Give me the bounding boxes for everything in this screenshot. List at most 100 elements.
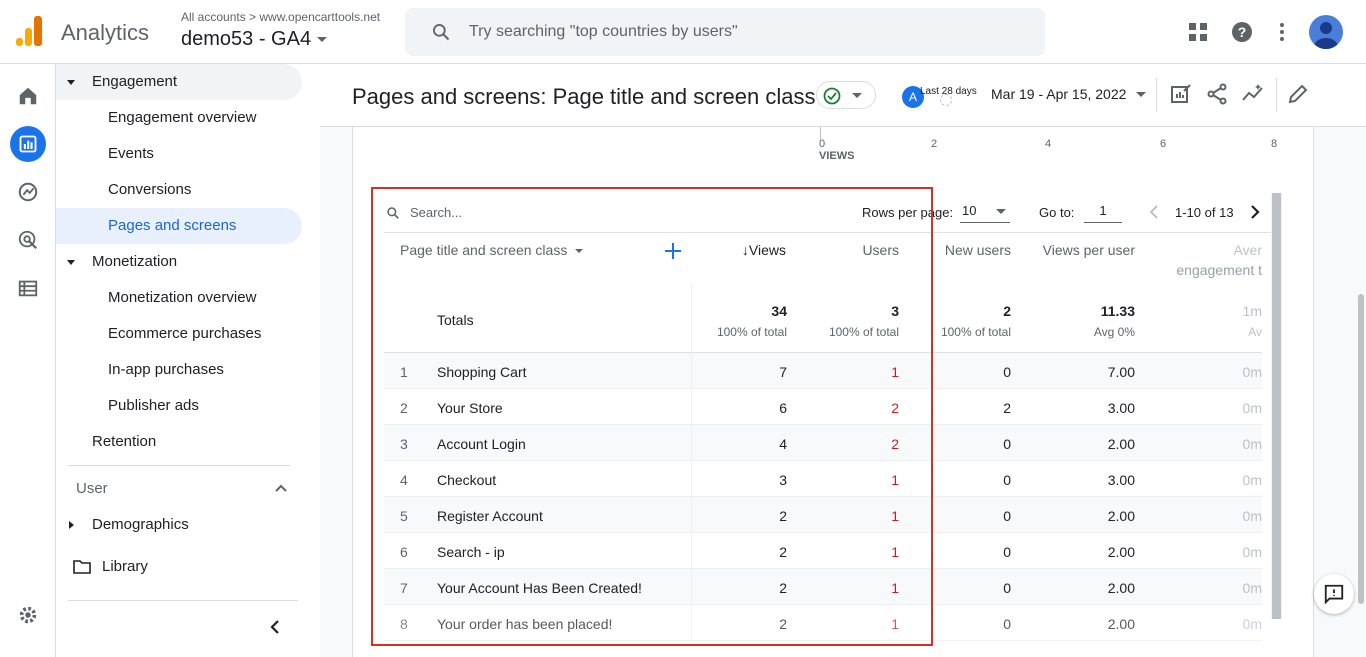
caret-down-icon [575, 249, 584, 254]
column-divider [691, 605, 692, 641]
nav-engagement[interactable]: Engagement [56, 64, 302, 100]
nav-panel: Engagement Engagement overview Events Co… [56, 64, 320, 657]
nav-user-label: User [76, 480, 108, 497]
insights-icon[interactable] [1241, 82, 1265, 106]
app-name: Analytics [61, 20, 150, 45]
search-input[interactable] [469, 20, 1029, 44]
analytics-logo[interactable] [16, 16, 42, 46]
nav-user-section[interactable]: User [56, 471, 302, 507]
breadcrumb[interactable]: All accounts > www.opencarttools.net [181, 10, 380, 24]
column-header-users[interactable]: Users [844, 242, 899, 258]
list-icon[interactable] [12, 272, 44, 304]
caret-down-icon [852, 93, 862, 98]
table-row[interactable]: 4 Checkout 3 1 0 3.00 0m [384, 461, 1262, 497]
row-engagement: 0m [1242, 580, 1262, 596]
collapse-chevron-left-icon[interactable] [268, 619, 282, 635]
edit-pencil-icon[interactable] [1286, 82, 1310, 106]
nav-conversions[interactable]: Conversions [108, 172, 191, 208]
nav-pages-and-screens[interactable]: Pages and screens [56, 208, 302, 244]
row-users: 1 [891, 472, 899, 488]
row-new-users: 0 [1003, 364, 1011, 380]
totals-new-users-sub: 100% of total [940, 325, 1011, 339]
axis-tick-4: 4 [1045, 138, 1052, 150]
row-views-per-user: 3.00 [1107, 400, 1135, 416]
nav-events[interactable]: Events [108, 136, 154, 172]
customize-report-icon[interactable] [1169, 82, 1193, 106]
feedback-button[interactable] [1314, 574, 1354, 614]
column-header-views-per-user[interactable]: Views per user [1024, 242, 1135, 258]
table-row[interactable]: 2 Your Store 6 2 2 3.00 0m [384, 389, 1262, 425]
nav-retention[interactable]: Retention [92, 424, 156, 460]
table-row[interactable]: 6 Search - ip 2 1 0 2.00 0m [384, 533, 1262, 569]
nav-in-app-purchases[interactable]: In-app purchases [108, 352, 224, 388]
goto-value: 1 [1099, 203, 1107, 218]
table-row[interactable]: 7 Your Account Has Been Created! 2 1 0 2.00 0m [384, 569, 1262, 605]
share-icon[interactable] [1205, 82, 1229, 106]
row-views: 7 [779, 364, 787, 380]
row-views: 2 [779, 580, 787, 596]
column-header-new-users[interactable]: New users [924, 242, 1011, 258]
table-row[interactable]: 5 Register Account 2 1 0 2.00 0m [384, 497, 1262, 533]
nav-monetization-overview[interactable]: Monetization overview [108, 280, 256, 316]
row-page-title: Search - ip [437, 544, 505, 560]
add-dimension-plus-icon[interactable] [664, 242, 682, 260]
row-page-title: Account Login [437, 436, 526, 452]
left-rail [0, 64, 56, 657]
prev-page-chevron-icon[interactable] [1148, 204, 1160, 220]
explore-icon[interactable] [12, 176, 44, 208]
column-header-views[interactable]: ↓Views [724, 242, 786, 258]
nav-publisher-ads[interactable]: Publisher ads [108, 388, 199, 424]
nav-ecommerce-purchases[interactable]: Ecommerce purchases [108, 316, 261, 352]
column-header-avg-engagement[interactable]: Aver [1214, 242, 1262, 258]
row-engagement: 0m [1242, 508, 1262, 524]
axis-tick-2: 2 [931, 138, 938, 150]
totals-engagement: 1m [1242, 303, 1262, 319]
table-row[interactable]: 1 Shopping Cart 7 1 0 7.00 0m [384, 353, 1262, 389]
date-range-text: Mar 19 - Apr 15, 2022 [991, 86, 1127, 102]
table-scrollbar-thumb[interactable] [1272, 193, 1281, 619]
row-engagement: 0m [1242, 364, 1262, 380]
nav-engagement-overview[interactable]: Engagement overview [108, 100, 256, 136]
home-icon[interactable] [12, 80, 44, 112]
help-icon[interactable]: ? [1230, 20, 1254, 44]
check-circle-icon [823, 87, 841, 105]
row-page-title: Shopping Cart [437, 364, 527, 380]
search-bar[interactable] [405, 8, 1045, 56]
nav-monetization[interactable]: Monetization [56, 244, 302, 280]
property-selector[interactable]: demo53 - GA4 [181, 28, 328, 51]
reports-icon[interactable] [10, 126, 46, 162]
row-views: 3 [779, 472, 787, 488]
apps-grid-icon[interactable] [1186, 20, 1210, 44]
settings-gear-icon[interactable] [12, 599, 44, 631]
advertising-icon[interactable] [12, 224, 44, 256]
table-row[interactable]: 8 Your order has been placed! 2 1 0 2.00 0m [384, 605, 1262, 641]
totals-views-per-user: 11.33 [1100, 303, 1135, 319]
table-row[interactable]: 3 Account Login 4 2 0 2.00 0m [384, 425, 1262, 461]
avatar[interactable] [1309, 15, 1343, 49]
goto-input[interactable]: 1 [1084, 199, 1122, 223]
feedback-icon [1324, 584, 1344, 605]
table-search-input[interactable]: Search... [410, 205, 462, 220]
nav-library[interactable]: Library [56, 549, 302, 585]
column-divider [691, 461, 692, 497]
column-header-avg-engagement-line2: engagement t [1176, 262, 1262, 278]
row-engagement: 0m [1242, 436, 1262, 452]
date-badge: Last 28 days [920, 86, 977, 97]
totals-engagement-sub: Av [1248, 325, 1262, 339]
goto-label: Go to: [1039, 205, 1075, 220]
data-quality-button[interactable] [816, 81, 876, 109]
rows-per-page-select[interactable]: 10 [960, 199, 1010, 223]
nav-demographics[interactable]: Demographics [56, 507, 302, 543]
chevron-up-icon [275, 484, 287, 492]
column-header-page-title[interactable]: Page title and screen class [400, 242, 584, 258]
column-divider [691, 497, 692, 533]
page-scrollbar[interactable] [1358, 294, 1364, 604]
row-page-title: Your Account Has Been Created! [437, 580, 642, 596]
axis-tick-6: 6 [1160, 138, 1167, 150]
row-views: 6 [779, 400, 787, 416]
search-icon [433, 24, 450, 41]
next-page-chevron-icon[interactable] [1249, 204, 1261, 220]
toolbar-divider [1156, 78, 1157, 112]
more-vert-icon[interactable] [1270, 20, 1294, 44]
row-index: 2 [400, 400, 408, 416]
